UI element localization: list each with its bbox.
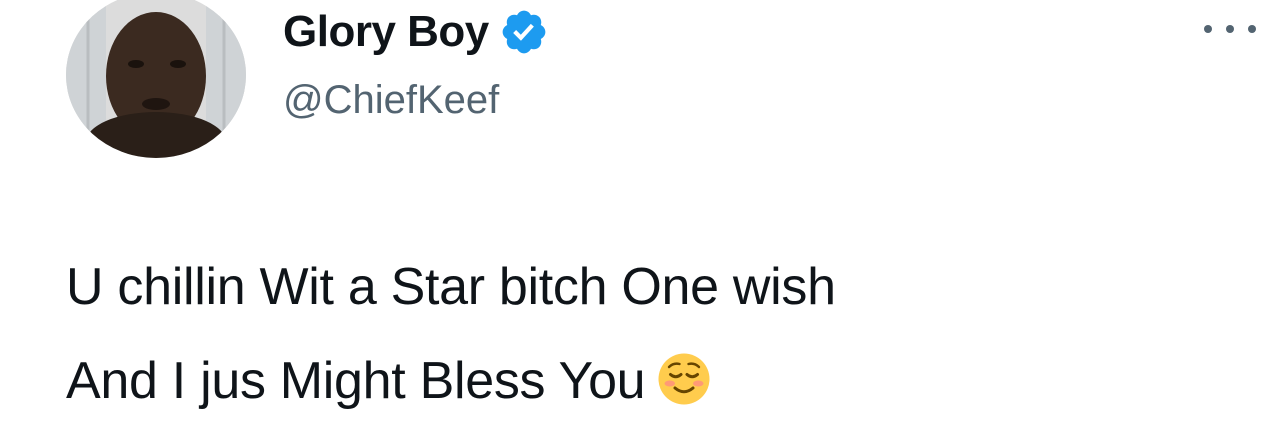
name-row: Glory Boy — [283, 2, 549, 62]
tweet-text-line: U chillin Wit a Star bitch One wish — [66, 258, 836, 316]
more-dot — [1204, 25, 1212, 33]
more-options-icon[interactable] — [1200, 14, 1260, 44]
avatar[interactable] — [66, 0, 246, 158]
more-dot — [1226, 25, 1234, 33]
user-handle[interactable]: @ChiefKeef — [283, 72, 549, 128]
tweet-card: Glory Boy @ChiefKeef U chillin Wit a Sta… — [0, 0, 1284, 427]
tweet-text-line-with-emoji: And I jus Might Bless You — [66, 334, 1246, 428]
verified-badge-icon — [502, 10, 546, 54]
more-dot — [1248, 25, 1256, 33]
relieved-face-emoji — [658, 353, 710, 405]
tweet-text-line: And I jus Might Bless You — [66, 352, 646, 410]
tweet-text: U chillin Wit a Star bitch One wish And … — [66, 240, 1246, 428]
tweet-author[interactable]: Glory Boy @ChiefKeef — [283, 2, 549, 128]
avatar-photo — [66, 0, 246, 158]
display-name[interactable]: Glory Boy — [283, 2, 489, 62]
